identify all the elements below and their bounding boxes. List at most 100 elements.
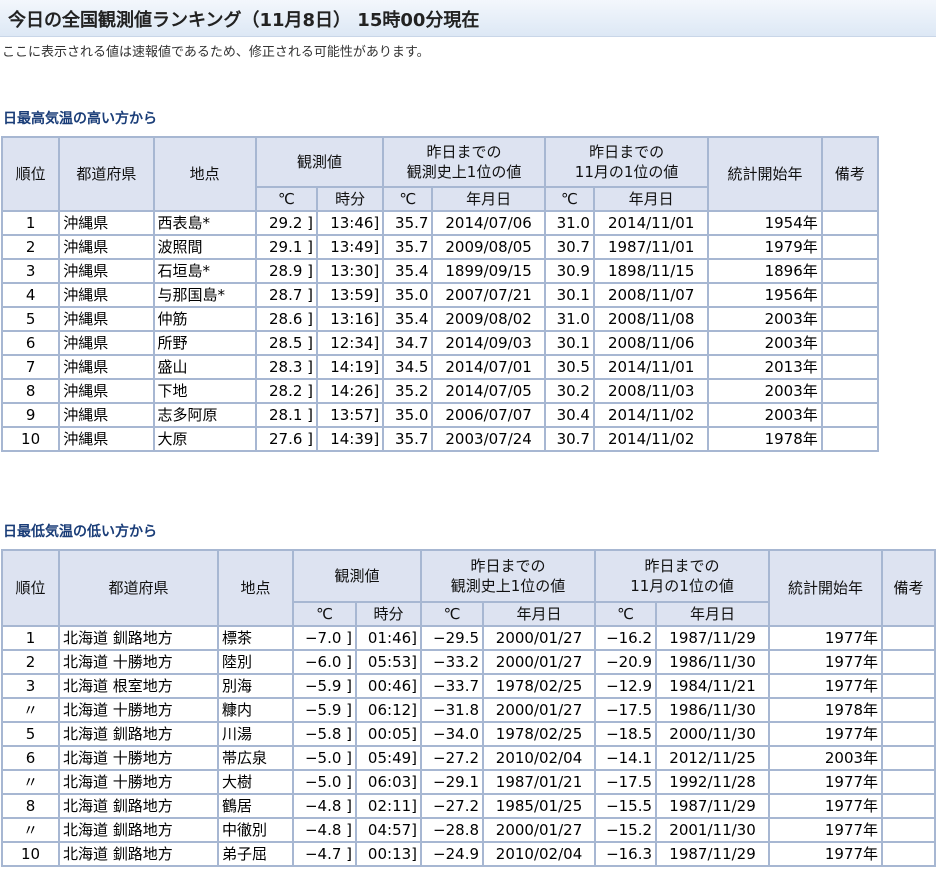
month-value-cell: −15.2	[594, 817, 658, 843]
remarks-cell	[820, 378, 880, 404]
observed-value-cell: 28.7 ]	[254, 282, 319, 308]
table-row: 〃北海道 十勝地方 大樹 −5.0 ] 06:03] −29.1 1987/01/21 −1…	[1, 769, 936, 795]
table-row: 10 北海道 釧路地方 弟子屈 −4.7 ] 00:13] −24.9 2010/02/04…	[1, 841, 936, 867]
table-row: 7 沖縄県 盛山 28.3 ] 14:19] 34.5 2014/07/01 30.5 2014…	[0, 354, 880, 380]
history-date-cell: 2007/07/21	[431, 282, 546, 308]
header-rank: 順位	[1, 549, 60, 627]
rank-cell: 10	[1, 841, 60, 867]
remarks-cell	[820, 330, 880, 356]
remarks-cell	[820, 306, 880, 332]
history-date-cell: 2014/07/06	[431, 210, 546, 236]
observed-value-cell: −5.0 ]	[292, 745, 357, 771]
prefecture-cell: 沖縄県	[58, 258, 155, 284]
stats-start-cell: 1896年	[707, 258, 823, 284]
month-date-cell: 1987/11/29	[655, 841, 771, 867]
rank-cell: 〃	[1, 769, 60, 795]
observed-time-cell: 04:57]	[354, 817, 423, 843]
month-value-cell: −14.1	[594, 745, 658, 771]
month-date-cell: 2001/11/30	[655, 817, 771, 843]
history-date-cell: 2000/01/27	[482, 817, 597, 843]
header-celsius: ℃	[420, 601, 485, 627]
stats-start-cell: 1977年	[768, 841, 884, 867]
header-date: 年月日	[431, 186, 546, 212]
point-cell: 仲筋	[152, 306, 257, 332]
stats-start-cell: 1977年	[768, 721, 884, 747]
month-value-cell: 31.0	[543, 306, 595, 332]
remarks-cell	[881, 721, 936, 747]
prefecture-cell: 北海道 十勝地方	[58, 697, 219, 723]
month-date-cell: 1987/11/01	[592, 234, 710, 260]
prefecture-cell: 北海道 十勝地方	[58, 649, 219, 675]
table-row: 3 沖縄県 石垣島* 28.9 ] 13:30] 35.4 1899/09/15 30.9 18…	[0, 258, 880, 284]
rank-cell: 6	[0, 330, 61, 356]
history-date-cell: 2000/01/27	[482, 697, 597, 723]
table-row: 3 北海道 根室地方 別海 −5.9 ] 00:46] −33.7 1978/02/25 −1…	[1, 673, 936, 699]
history-value-cell: 35.0	[382, 402, 434, 428]
header-record-month: 昨日までの 11月の1位の値	[594, 549, 771, 603]
header-record-history: 昨日までの 観測史上1位の値	[382, 136, 546, 188]
observed-value-cell: 27.6 ]	[254, 426, 319, 452]
observed-value-cell: 28.5 ]	[254, 330, 319, 356]
ranking-table-min: 順位 都道府県 地点 観測値 昨日までの 観測史上1位の値 昨日までの 11月の…	[1, 549, 936, 867]
stats-start-cell: 1978年	[707, 426, 823, 452]
observed-value-cell: 28.9 ]	[254, 258, 319, 284]
stats-start-cell: 1977年	[768, 673, 884, 699]
history-date-cell: 1985/01/25	[482, 793, 597, 819]
stats-start-cell: 1977年	[768, 769, 884, 795]
month-value-cell: 30.2	[543, 378, 595, 404]
header-celsius: ℃	[292, 601, 357, 627]
header-date: 年月日	[655, 601, 771, 627]
observed-value-cell: −5.9 ]	[292, 697, 357, 723]
table-row: 9 沖縄県 志多阿原 28.1 ] 13:57] 35.0 2006/07/07 30.4 20…	[0, 402, 880, 428]
history-date-cell: 2010/02/04	[482, 841, 597, 867]
month-date-cell: 1987/11/29	[655, 793, 771, 819]
header-point: 地点	[217, 549, 294, 627]
table-row: 6 北海道 十勝地方 帯広泉 −5.0 ] 05:49] −27.2 2010/02/04−…	[1, 745, 936, 771]
history-date-cell: 1987/01/21	[482, 769, 597, 795]
history-value-cell: −33.7	[420, 673, 485, 699]
point-cell: 陸別	[217, 649, 294, 675]
prefecture-cell: 北海道 根室地方	[58, 673, 219, 699]
month-date-cell: 2008/11/07	[592, 282, 710, 308]
header-stats-start: 統計開始年	[707, 136, 823, 212]
stats-start-cell: 1977年	[768, 817, 884, 843]
header-celsius: ℃	[382, 186, 434, 212]
prefecture-cell: 沖縄県	[58, 282, 155, 308]
stats-start-cell: 1977年	[768, 625, 884, 651]
remarks-cell	[881, 769, 936, 795]
header-celsius: ℃	[254, 186, 319, 212]
prefecture-cell: 沖縄県	[58, 306, 155, 332]
history-date-cell: 2003/07/24	[431, 426, 546, 452]
rank-cell: 4	[0, 282, 61, 308]
observed-value-cell: −4.8 ]	[292, 817, 357, 843]
table-row: 〃北海道 釧路地方 中徹別 −4.8 ] 04:57] −28.8 2000/01/27−…	[1, 817, 936, 843]
observed-time-cell: 06:03]	[354, 769, 423, 795]
remarks-cell	[881, 745, 936, 771]
point-cell: 鶴居	[217, 793, 294, 819]
remarks-cell	[820, 234, 880, 260]
history-value-cell: 34.7	[382, 330, 434, 356]
table-row: 10 沖縄県 大原 27.6 ] 14:39] 35.7 2003/07/24 30.7 201…	[0, 426, 880, 452]
point-cell: 中徹別	[217, 817, 294, 843]
month-date-cell: 2014/11/01	[592, 210, 710, 236]
observed-value-cell: −5.9 ]	[292, 673, 357, 699]
header-celsius: ℃	[594, 601, 658, 627]
observed-time-cell: 13:30]	[316, 258, 385, 284]
table-row: 2 沖縄県 波照間 29.1 ] 13:49] 35.7 2009/08/05 30.7 198…	[0, 234, 880, 260]
history-date-cell: 2014/07/05	[431, 378, 546, 404]
rank-cell: 5	[1, 721, 60, 747]
observed-time-cell: 14:19]	[316, 354, 385, 380]
month-date-cell: 2012/11/25	[655, 745, 771, 771]
stats-start-cell: 1954年	[707, 210, 823, 236]
stats-start-cell: 1978年	[768, 697, 884, 723]
month-date-cell: 1992/11/28	[655, 769, 771, 795]
stats-start-cell: 1977年	[768, 649, 884, 675]
rank-cell: 10	[0, 426, 61, 452]
history-date-cell: 2006/07/07	[431, 402, 546, 428]
remarks-cell	[881, 817, 936, 843]
month-value-cell: 31.0	[543, 210, 595, 236]
observed-value-cell: −4.7 ]	[292, 841, 357, 867]
prefecture-cell: 沖縄県	[58, 378, 155, 404]
history-value-cell: 35.0	[382, 282, 434, 308]
observed-value-cell: 28.2 ]	[254, 378, 319, 404]
